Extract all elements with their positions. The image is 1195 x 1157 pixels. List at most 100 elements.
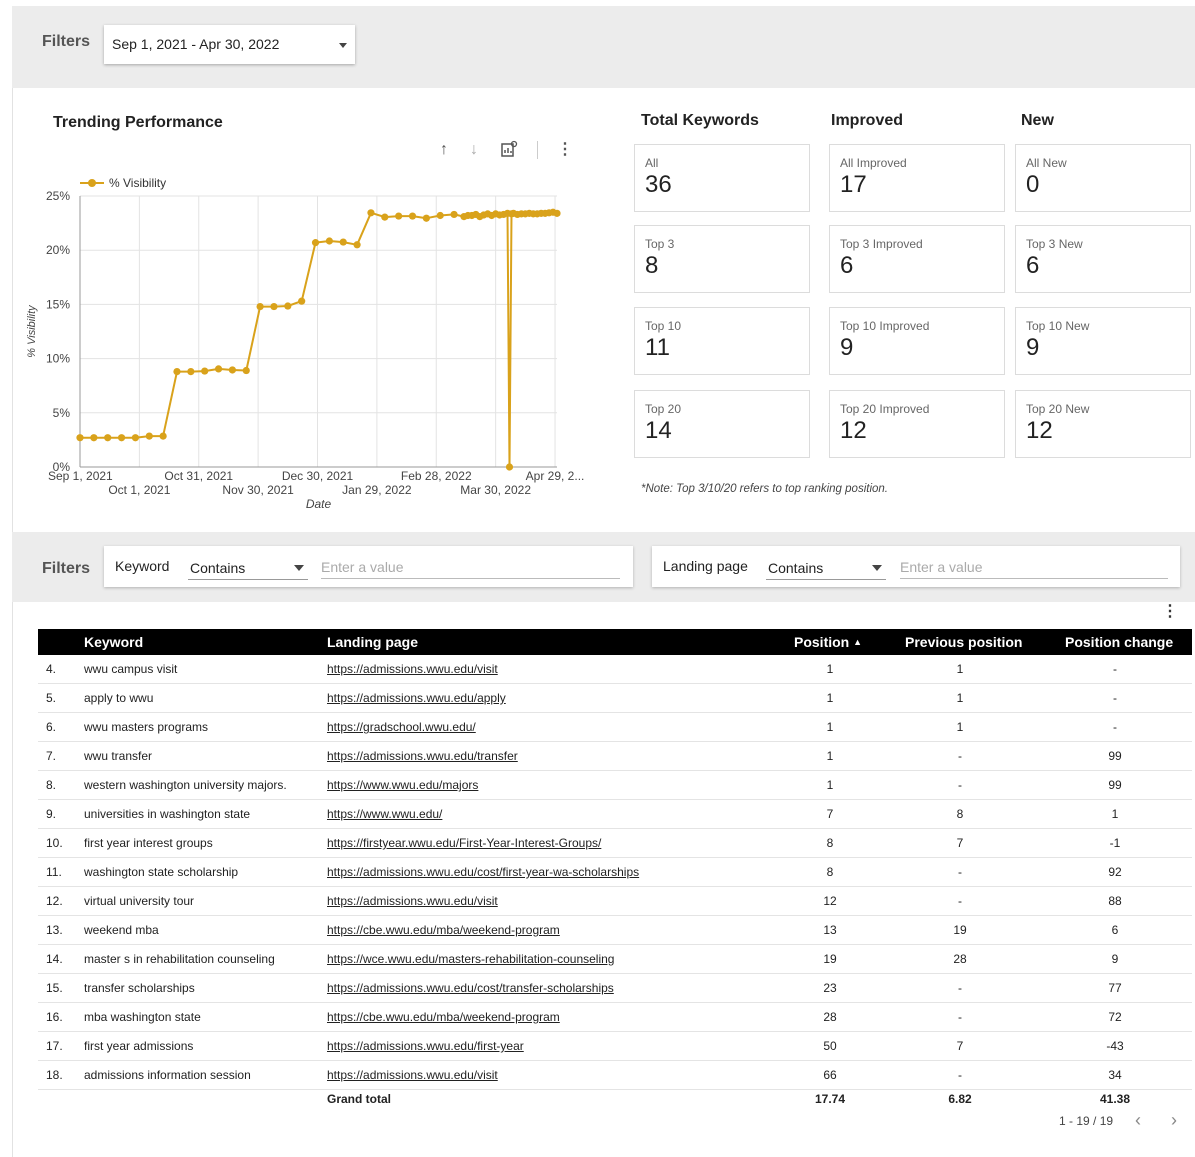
row-position: 1 (826, 691, 834, 705)
kpi-header-1: Improved (831, 112, 904, 129)
row-landing-link[interactable]: https://firstyear.wwu.edu/First-Year-Int… (327, 836, 601, 850)
row-landing-link[interactable]: https://www.wwu.edu/ (327, 807, 442, 821)
row-position: 19 (823, 952, 837, 966)
kpi-card: All 36 (634, 144, 810, 212)
row-landing-link[interactable]: https://admissions.wwu.edu/first-year (327, 1039, 524, 1053)
kpi-card-label: All (645, 156, 659, 170)
col-change-header[interactable]: Position change (1065, 634, 1173, 650)
row-previous: 1 (956, 720, 964, 734)
row-number: 16. (46, 1010, 63, 1024)
filters-label: Filters (42, 33, 91, 50)
data-point (90, 434, 98, 442)
kpi-card: Top 10 11 (634, 307, 810, 375)
date-range-picker[interactable]: Sep 1, 2021 - Apr 30, 2022 (104, 25, 355, 64)
landing-operator-select[interactable]: Contains (766, 546, 886, 587)
data-point (76, 434, 84, 442)
row-landing-link[interactable]: https://admissions.wwu.edu/cost/first-ye… (327, 865, 639, 879)
row-landing-link[interactable]: https://admissions.wwu.edu/visit (327, 894, 498, 908)
x-tick-label: Apr 29, 2... (526, 469, 585, 483)
data-point (201, 367, 209, 375)
row-keyword: first year admissions (84, 1039, 194, 1053)
data-point (117, 434, 126, 442)
data-point (104, 434, 112, 442)
data-point (256, 302, 264, 311)
kpi-card-label: Top 20 (645, 402, 682, 416)
keyword-operator-select[interactable]: Contains (188, 546, 308, 587)
row-keyword: wwu campus visit (84, 662, 178, 676)
row-number: 7. (46, 749, 57, 763)
col-position-header[interactable]: Position ▲ (794, 634, 862, 650)
row-landing-link[interactable]: https://admissions.wwu.edu/visit (327, 662, 498, 676)
row-landing-link[interactable]: https://wce.wwu.edu/masters-rehabilitati… (327, 952, 614, 966)
row-previous: - (958, 981, 962, 995)
row-keyword: mba washington state (84, 1010, 201, 1024)
data-point (311, 239, 320, 247)
more-vert-icon[interactable]: ⋮ (557, 140, 573, 160)
kpi-card-value: 0 (1026, 171, 1040, 198)
row-change: 72 (1108, 1010, 1122, 1024)
data-point (353, 241, 361, 249)
dropdown-caret-icon (872, 565, 882, 571)
row-landing-link[interactable]: https://gradschool.wwu.edu/ (327, 720, 476, 734)
grand-total-label: Grand total (327, 1092, 392, 1106)
table-row: 9. universities in washington state https:… (38, 800, 1192, 829)
table-more-vert-icon[interactable]: ⋮ (1162, 604, 1178, 620)
row-change: -43 (1106, 1039, 1124, 1053)
grand-total-row: Grand total 17.74 6.82 41.38 (38, 1090, 1192, 1112)
grand-total-position: 17.74 (814, 1092, 846, 1106)
sort-ascending-icon: ▲ (853, 637, 863, 647)
chart-title: Trending Performance (53, 114, 223, 131)
kpi-card-value: 14 (645, 417, 672, 444)
row-landing-link[interactable]: https://admissions.wwu.edu/cost/transfer… (327, 981, 614, 995)
row-landing-link[interactable]: https://admissions.wwu.edu/transfer (327, 749, 518, 763)
chevron-right-icon[interactable]: › (1171, 1110, 1177, 1130)
data-point (422, 214, 430, 222)
kpi-card-label: All New (1026, 156, 1067, 170)
row-change: 9 (1111, 952, 1119, 966)
keyword-value-input[interactable] (321, 555, 620, 579)
arrow-down-icon[interactable]: ↓ (470, 140, 478, 160)
row-previous: 7 (956, 836, 964, 850)
kpi-card: Top 20 14 (634, 390, 810, 458)
arrow-up-icon[interactable]: ↑ (440, 140, 448, 160)
col-keyword-header[interactable]: Keyword (84, 634, 143, 650)
row-keyword: transfer scholarships (84, 981, 195, 995)
kpi-card-value: 9 (1026, 334, 1040, 361)
data-point (284, 302, 292, 310)
y-tick-label: 15% (46, 297, 70, 311)
row-keyword: wwu transfer (84, 749, 153, 763)
kpi-card-label: Top 3 Improved (840, 237, 923, 251)
row-previous: 7 (956, 1039, 964, 1053)
chart-options-icon[interactable] (500, 140, 518, 164)
chevron-left-icon[interactable]: ‹ (1135, 1110, 1141, 1130)
row-landing-link[interactable]: https://admissions.wwu.edu/apply (327, 691, 506, 705)
row-number: 8. (46, 778, 57, 792)
col-previous-header[interactable]: Previous position (905, 634, 1022, 650)
row-previous: - (958, 1068, 962, 1082)
row-landing-link[interactable]: https://www.wwu.edu/majors (327, 778, 478, 792)
row-previous: - (958, 749, 962, 763)
kpi-header-0: Total Keywords (641, 112, 759, 129)
pagination-text: 1 - 19 / 19 (1059, 1114, 1114, 1128)
table-row: 17. first year admissions https://admissio… (38, 1032, 1192, 1061)
row-landing-link[interactable]: https://cbe.wwu.edu/mba/weekend-program (327, 1010, 560, 1024)
row-position: 12 (823, 894, 837, 908)
row-previous: - (958, 894, 962, 908)
filters-label-2: Filters (42, 560, 91, 577)
landing-filter-name: Landing page (663, 558, 748, 574)
landing-value-input[interactable] (900, 555, 1168, 579)
row-keyword: admissions information session (84, 1068, 251, 1082)
row-number: 17. (46, 1039, 63, 1053)
x-tick-label: Dec 30, 2021 (282, 469, 354, 483)
row-keyword: washington state scholarship (84, 865, 239, 879)
row-previous: - (958, 778, 962, 792)
col-landing-header[interactable]: Landing page (327, 634, 418, 650)
y-tick-label: 25% (46, 189, 70, 203)
row-keyword: master s in rehabilitation counseling (84, 952, 275, 966)
row-landing-link[interactable]: https://admissions.wwu.edu/visit (327, 1068, 498, 1082)
legend-label: % Visibility (109, 176, 166, 190)
row-keyword: first year interest groups (84, 836, 213, 850)
row-landing-link[interactable]: https://cbe.wwu.edu/mba/weekend-program (327, 923, 560, 937)
landing-operator-value: Contains (768, 560, 824, 576)
data-point (553, 209, 561, 217)
